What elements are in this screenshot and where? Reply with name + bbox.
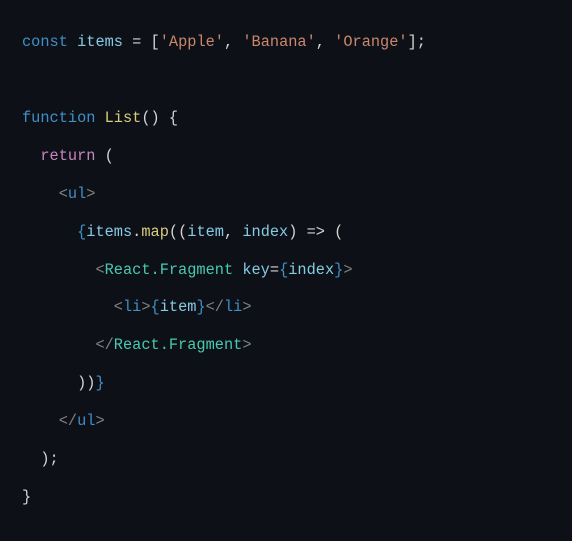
keyword-return: return xyxy=(40,147,95,165)
jsx-tag-li: li xyxy=(123,298,141,316)
code-line: const items = ['Apple', 'Banana', 'Orang… xyxy=(22,33,426,51)
code-line: } xyxy=(22,488,31,506)
function-name: List xyxy=(105,109,142,127)
code-line: ); xyxy=(22,450,59,468)
string-apple: 'Apple' xyxy=(160,33,224,51)
code-line: function List() { xyxy=(22,109,178,127)
code-line: <ul> xyxy=(22,185,95,203)
code-line: </ul> xyxy=(22,412,105,430)
string-banana: 'Banana' xyxy=(242,33,315,51)
variable-items: items xyxy=(77,33,123,51)
method-map: map xyxy=(141,223,169,241)
jsx-component-fragment: React.Fragment xyxy=(105,261,234,279)
string-orange: 'Orange' xyxy=(334,33,407,51)
keyword-function: function xyxy=(22,109,95,127)
code-line: </React.Fragment> xyxy=(22,336,252,354)
code-line: return ( xyxy=(22,147,114,165)
code-line: ))} xyxy=(22,374,105,392)
code-line: {items.map((item, index) => ( xyxy=(22,223,343,241)
code-line: <li>{item}</li> xyxy=(22,298,252,316)
jsx-tag-ul: ul xyxy=(68,185,86,203)
code-block: const items = ['Apple', 'Banana', 'Orang… xyxy=(0,0,572,541)
keyword-const: const xyxy=(22,33,68,51)
jsx-attr-key: key xyxy=(242,261,270,279)
code-line: <React.Fragment key={index}> xyxy=(22,261,353,279)
